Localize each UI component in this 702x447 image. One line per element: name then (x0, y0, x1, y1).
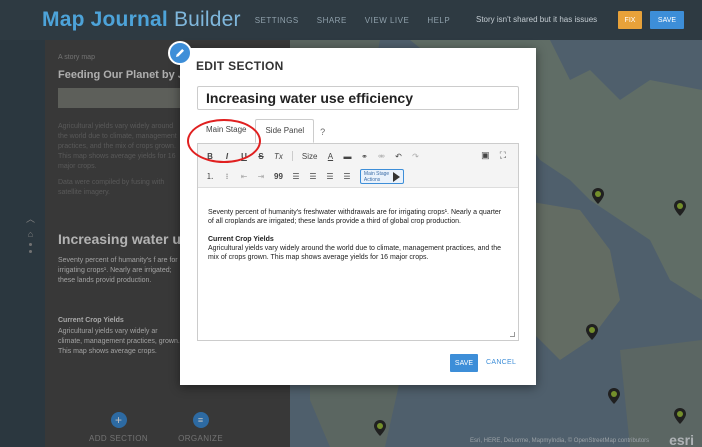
align-justify-icon[interactable]: ☰ (343, 172, 351, 181)
align-left-icon[interactable]: ☰ (292, 172, 300, 181)
source-icon[interactable]: ▣ (481, 150, 490, 161)
top-menu: SETTINGS SHARE VIEW LIVE HELP (255, 16, 451, 25)
align-right-icon[interactable]: ☰ (326, 172, 334, 181)
outdent-icon[interactable]: ⇤ (240, 172, 248, 181)
clear-format-button[interactable]: Tx (274, 152, 283, 161)
numbered-list-icon[interactable]: ⒈ (206, 171, 214, 182)
menu-view-live[interactable]: VIEW LIVE (365, 16, 410, 25)
help-icon[interactable]: ? (314, 121, 331, 143)
body-paragraph-2: Agricultural yields vary widely around t… (208, 245, 501, 261)
fix-button[interactable]: FIX (618, 11, 642, 29)
stage-actions-label: Main Stage Actions (363, 170, 390, 183)
media-icon[interactable]: ▬ (343, 152, 351, 161)
strikethrough-button[interactable]: S (257, 152, 265, 161)
share-status-text: Story isn't shared but it has issues (476, 15, 598, 24)
fullscreen-icon[interactable]: ⛶ (500, 150, 506, 161)
font-color-button[interactable]: A (326, 152, 334, 161)
toolbar-divider (291, 151, 293, 161)
redo-icon[interactable]: ↷ (411, 152, 419, 161)
app-title: Map Journal Builder (42, 8, 241, 32)
rich-text-editor[interactable]: B I U S Tx Size A ▬ ⚭ ⚮ ↶ ↷ ⒈ ⁝ ⇤ ⇥ 99 ☰ (197, 143, 519, 341)
save-button[interactable]: SAVE (450, 354, 478, 372)
tab-side-panel[interactable]: Side Panel (255, 119, 315, 143)
font-size-select[interactable]: Size (302, 152, 318, 161)
app-title-main: Map Journal (42, 8, 168, 31)
dialog-title: EDIT SECTION (196, 59, 284, 73)
toolbar-row-2: ⒈ ⁝ ⇤ ⇥ 99 ☰ ☰ ☰ ☰ Main Stage Actions (206, 169, 404, 184)
section-title-input[interactable] (197, 86, 519, 110)
resize-handle[interactable] (510, 332, 515, 337)
edit-section-dialog: EDIT SECTION Main Stage Side Panel ? B I… (180, 48, 536, 385)
blockquote-button[interactable]: 99 (274, 172, 283, 181)
undo-icon[interactable]: ↶ (394, 152, 402, 161)
cancel-button[interactable]: CANCEL (486, 359, 516, 366)
pencil-icon (168, 41, 192, 65)
top-bar: Map Journal Builder SETTINGS SHARE VIEW … (0, 0, 702, 40)
editor-content[interactable]: Seventy percent of humanity's freshwater… (208, 208, 508, 271)
link-icon[interactable]: ⚭ (360, 152, 368, 161)
body-subhead: Current Crop Yields (208, 236, 274, 243)
bulleted-list-icon[interactable]: ⁝ (223, 172, 231, 181)
menu-share[interactable]: SHARE (317, 16, 347, 25)
play-icon (392, 171, 400, 182)
toolbar-right: ▣ ⛶ (481, 150, 506, 161)
highlight-annotation (187, 119, 261, 163)
menu-settings[interactable]: SETTINGS (255, 16, 299, 25)
align-center-icon[interactable]: ☰ (309, 172, 317, 181)
main-stage-actions-button[interactable]: Main Stage Actions (359, 169, 404, 184)
body-paragraph: Seventy percent of humanity's freshwater… (208, 209, 502, 225)
indent-icon[interactable]: ⇥ (257, 172, 265, 181)
save-story-button[interactable]: SAVE (650, 11, 684, 29)
app-title-suffix: Builder (173, 8, 241, 31)
unlink-icon[interactable]: ⚮ (377, 152, 385, 161)
menu-help[interactable]: HELP (427, 16, 450, 25)
